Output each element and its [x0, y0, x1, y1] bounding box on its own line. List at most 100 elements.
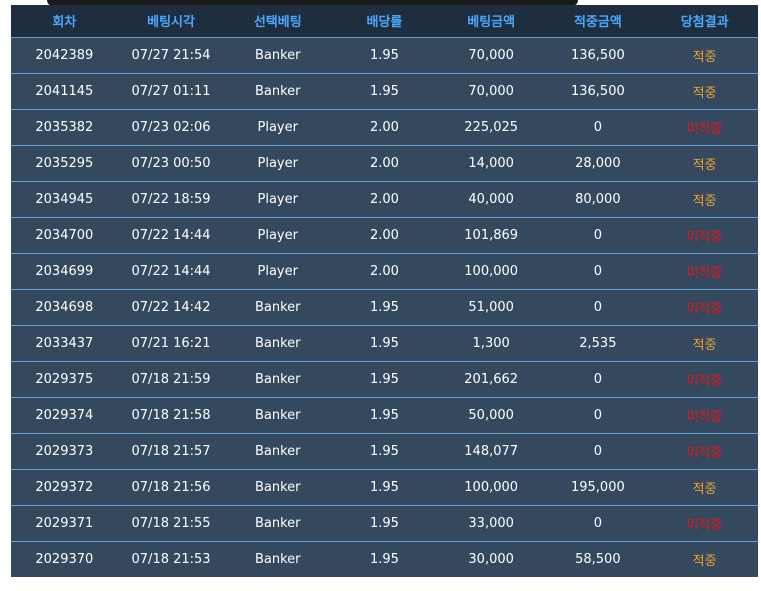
- cell-round: 2033437: [35, 335, 94, 351]
- cell-bet-time: 07/22 14:44: [131, 227, 211, 243]
- cell-bet-amount: 100,000: [464, 479, 519, 495]
- cell-result: 미적중: [686, 373, 723, 389]
- cell-round: 2034699: [35, 263, 94, 279]
- cell-result: 적중: [692, 553, 717, 569]
- cell-payout: 0: [593, 371, 602, 387]
- cell-result: 적중: [692, 193, 717, 209]
- cell-bet-amount: 14,000: [468, 155, 514, 171]
- table-row: 2034699 07/22 14:44 Player 2.00 100,000 0 미적중: [11, 253, 758, 289]
- cell-pick: Player: [257, 263, 298, 279]
- cell-odds: 1.95: [369, 335, 399, 351]
- table-row: 2029375 07/18 21:59 Banker 1.95 201,662 0 미적중: [11, 361, 758, 397]
- cell-pick: Banker: [254, 551, 301, 567]
- cell-payout: 80,000: [575, 191, 621, 207]
- cell-round: 2029371: [35, 515, 94, 531]
- cell-round: 2034945: [35, 191, 94, 207]
- cell-odds: 2.00: [369, 119, 399, 135]
- cell-result: 미적중: [686, 229, 723, 245]
- cell-payout: 136,500: [570, 83, 625, 99]
- cell-bet-time: 07/21 16:21: [131, 335, 211, 351]
- cell-result: 적중: [692, 49, 717, 65]
- cell-odds: 1.95: [369, 479, 399, 495]
- cell-bet-amount: 70,000: [468, 47, 514, 63]
- cell-payout: 0: [593, 119, 602, 135]
- cell-bet-time: 07/18 21:56: [131, 479, 211, 495]
- cell-pick: Banker: [254, 47, 301, 63]
- table-row: 2034698 07/22 14:42 Banker 1.95 51,000 0 미적중: [11, 289, 758, 325]
- cell-pick: Banker: [254, 335, 301, 351]
- cell-payout: 0: [593, 515, 602, 531]
- cell-bet-amount: 50,000: [468, 407, 514, 423]
- cell-round: 2029372: [35, 479, 94, 495]
- cell-result: 미적중: [686, 409, 723, 425]
- cell-round: 2029370: [35, 551, 94, 567]
- cell-round: 2041145: [35, 83, 94, 99]
- cell-payout: 0: [593, 227, 602, 243]
- cell-odds: 1.95: [369, 299, 399, 315]
- cell-round: 2034698: [35, 299, 94, 315]
- cell-bet-amount: 101,869: [464, 227, 519, 243]
- cell-pick: Banker: [254, 443, 301, 459]
- cell-odds: 1.95: [369, 443, 399, 459]
- cell-bet-amount: 30,000: [468, 551, 514, 567]
- cell-round: 2029375: [35, 371, 94, 387]
- cell-round: 2029373: [35, 443, 94, 459]
- header-result: 당첨결과: [680, 15, 729, 31]
- cell-odds: 1.95: [369, 47, 399, 63]
- table-row: 2034945 07/22 18:59 Player 2.00 40,000 80,000…: [11, 181, 758, 217]
- header-odds: 배당률: [366, 15, 403, 31]
- cell-bet-time: 07/27 01:11: [131, 83, 211, 99]
- cell-odds: 1.95: [369, 515, 399, 531]
- cell-payout: 0: [593, 299, 602, 315]
- cell-bet-amount: 225,025: [464, 119, 519, 135]
- cell-odds: 1.95: [369, 371, 399, 387]
- cell-result: 미적중: [686, 517, 723, 533]
- cell-odds: 2.00: [369, 263, 399, 279]
- cell-result: 미적중: [686, 265, 723, 281]
- cell-pick: Player: [257, 227, 298, 243]
- cell-bet-amount: 70,000: [468, 83, 514, 99]
- cell-payout: 0: [593, 443, 602, 459]
- table-row: 2029370 07/18 21:53 Banker 1.95 30,000 58,500…: [11, 541, 758, 577]
- cell-bet-amount: 51,000: [468, 299, 514, 315]
- table-row: 2034700 07/22 14:44 Player 2.00 101,869 0 미적중: [11, 217, 758, 253]
- cell-result: 미적중: [686, 301, 723, 317]
- cell-odds: 2.00: [369, 191, 399, 207]
- cell-payout: 195,000: [570, 479, 625, 495]
- table-header: 회차 베팅시각 선택베팅 배당률 베팅금액 적중금액 당첨결과: [11, 5, 758, 37]
- cell-bet-amount: 201,662: [464, 371, 519, 387]
- header-row: 회차 베팅시각 선택베팅 배당률 베팅금액 적중금액 당첨결과: [11, 5, 758, 37]
- header-bet-amount: 베팅금액: [467, 15, 516, 31]
- cell-pick: Banker: [254, 515, 301, 531]
- cell-bet-time: 07/22 14:44: [131, 263, 211, 279]
- cell-bet-time: 07/22 18:59: [131, 191, 211, 207]
- table-row: 2042389 07/27 21:54 Banker 1.95 70,000 136,50…: [11, 37, 758, 73]
- cell-round: 2029374: [35, 407, 94, 423]
- table-row: 2029371 07/18 21:55 Banker 1.95 33,000 0 미적중: [11, 505, 758, 541]
- header-round: 회차: [52, 15, 77, 31]
- cell-bet-time: 07/23 00:50: [131, 155, 211, 171]
- cell-odds: 1.95: [369, 407, 399, 423]
- header-bet-time: 베팅시각: [147, 15, 195, 31]
- table-row: 2035295 07/23 00:50 Player 2.00 14,000 28,000…: [11, 145, 758, 181]
- cell-round: 2042389: [35, 47, 94, 63]
- table-row: 2035382 07/23 02:06 Player 2.00 225,025 0 미적중: [11, 109, 758, 145]
- cell-bet-time: 07/18 21:59: [131, 371, 211, 387]
- cell-bet-time: 07/18 21:58: [131, 407, 211, 423]
- bet-history-table: 회차 베팅시각 선택베팅 배당률 베팅금액 적중금액 당첨결과 2042389 0…: [11, 5, 758, 577]
- cell-pick: Player: [257, 155, 298, 171]
- cell-round: 2034700: [35, 227, 94, 243]
- table-row: 2033437 07/21 16:21 Banker 1.95 1,300 2,535 적중: [11, 325, 758, 361]
- cell-pick: Banker: [254, 371, 301, 387]
- cell-payout: 2,535: [579, 335, 617, 351]
- table-body: 2042389 07/27 21:54 Banker 1.95 70,000 136,50…: [11, 37, 758, 577]
- cell-result: 적중: [692, 481, 717, 497]
- table-row: 2029374 07/18 21:58 Banker 1.95 50,000 0 미적중: [11, 397, 758, 433]
- cell-bet-time: 07/22 14:42: [131, 299, 211, 315]
- cell-odds: 2.00: [369, 227, 399, 243]
- cell-bet-amount: 33,000: [468, 515, 514, 531]
- cell-bet-time: 07/18 21:55: [131, 515, 211, 531]
- cell-result: 미적중: [686, 121, 723, 137]
- cell-pick: Player: [257, 119, 298, 135]
- header-pick: 선택베팅: [253, 15, 302, 31]
